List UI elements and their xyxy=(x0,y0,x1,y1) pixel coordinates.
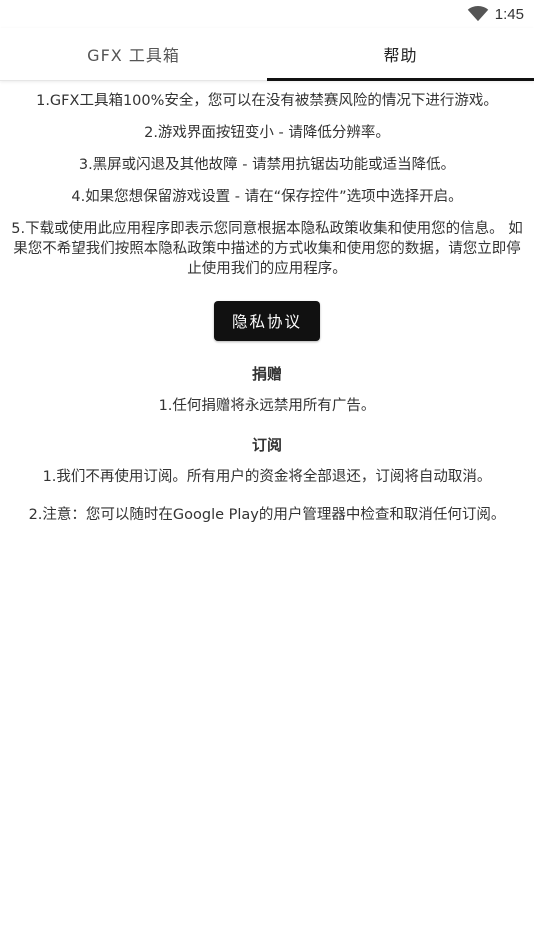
help-line: 4.如果您想保留游戏设置 - 请在“保存控件”选项中选择开启。 xyxy=(71,189,463,205)
tab-label: 帮助 xyxy=(383,46,418,65)
help-content: 1.GFX工具箱100%安全，您可以在没有被禁赛风险的情况下进行游戏。 2.游戏… xyxy=(0,81,534,525)
subscription-line: 2.注意：您可以随时在Google Play的用户管理器中检查和取消任何订阅。 xyxy=(28,507,506,523)
tab-label: GFX 工具箱 xyxy=(87,46,180,65)
privacy-button-container: 隐私协议 xyxy=(10,301,524,341)
help-line: 1.GFX工具箱100%安全，您可以在没有被禁赛风险的情况下进行游戏。 xyxy=(36,93,498,109)
status-time: 1:45 xyxy=(494,5,524,23)
donation-title: 捐赠 xyxy=(251,365,282,383)
tab-help[interactable]: 帮助 xyxy=(267,28,534,81)
subscription-line: 1.我们不再使用订阅。所有用户的资金将全部退还，订阅将自动取消。 xyxy=(42,469,492,485)
donation-line: 1.任何捐赠将永远禁用所有广告。 xyxy=(158,398,376,414)
tab-gfx-toolbox[interactable]: GFX 工具箱 xyxy=(0,28,267,80)
tab-bar: GFX 工具箱 帮助 xyxy=(0,28,534,81)
help-line: 5.下载或使用此应用程序即表示您同意根据本隐私政策收集和使用您的信息。 如果您不… xyxy=(11,221,523,277)
help-line: 3.黑屏或闪退及其他故障 - 请禁用抗锯齿功能或适当降低。 xyxy=(78,157,456,173)
help-line: 2.游戏界面按钮变小 - 请降低分辨率。 xyxy=(144,125,390,141)
subscription-title: 订阅 xyxy=(251,436,282,454)
wifi-icon xyxy=(467,6,489,22)
status-bar: 1:45 xyxy=(0,0,534,28)
privacy-policy-button[interactable]: 隐私协议 xyxy=(213,301,320,341)
